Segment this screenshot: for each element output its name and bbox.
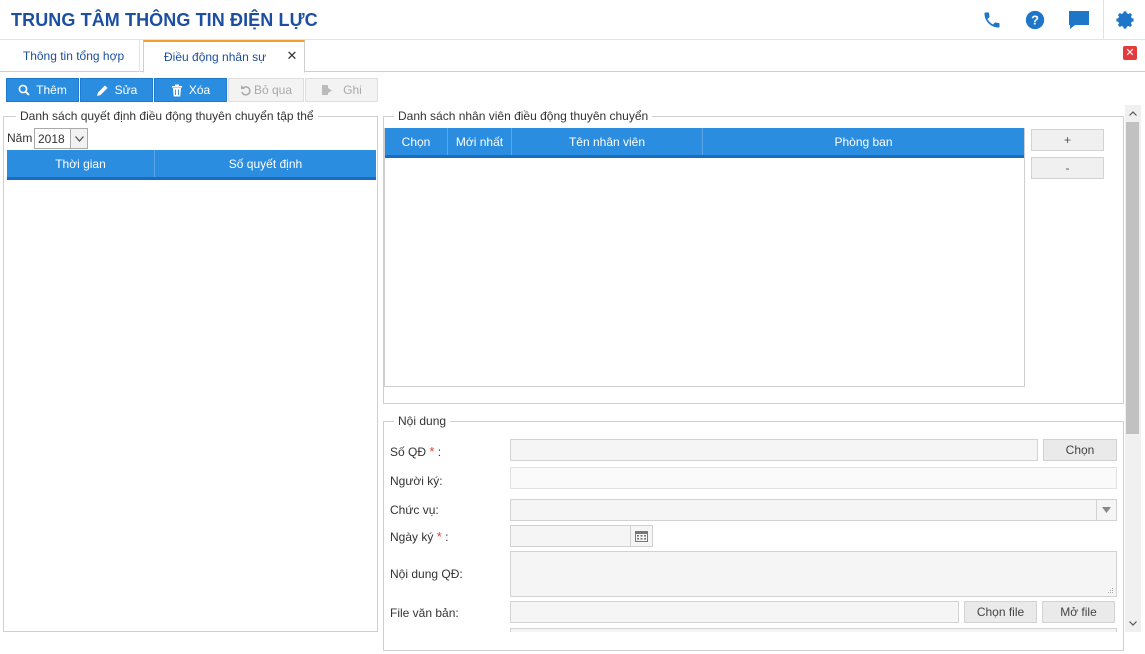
- close-tab-icon[interactable]: ✕: [286, 49, 298, 62]
- save-button[interactable]: Ghi: [305, 78, 378, 102]
- tab-bar: Thông tin tổng hợp Điều động nhân sự ✕: [0, 40, 1145, 73]
- required-mark: *: [429, 444, 435, 459]
- svg-text:?: ?: [1031, 13, 1039, 28]
- delete-label: Xóa: [188, 83, 211, 97]
- skip-label: Bỏ qua: [253, 83, 293, 97]
- trash-icon: [171, 84, 182, 96]
- gear-icon[interactable]: [1111, 6, 1139, 34]
- edit-button[interactable]: Sửa: [80, 78, 153, 102]
- chevron-down-icon[interactable]: [1096, 500, 1116, 520]
- tab-thong-tin-tong-hop[interactable]: Thông tin tổng hợp: [8, 40, 140, 72]
- add-button[interactable]: Thêm: [6, 78, 79, 102]
- decision-list-legend: Danh sách quyết định điều động thuyên ch…: [16, 109, 318, 123]
- skip-button[interactable]: Bỏ qua: [228, 78, 304, 102]
- decision-list-panel: Danh sách quyết định điều động thuyên ch…: [3, 109, 378, 632]
- app-title: TRUNG TÂM THÔNG TIN ĐIỆN LỰC: [11, 10, 318, 30]
- open-file-button[interactable]: Mở file: [1042, 601, 1115, 623]
- file-input[interactable]: [510, 601, 959, 623]
- ngay-ky-label: Ngày ký * :: [390, 529, 448, 544]
- decision-grid-header: Thời gian Số quyết định: [7, 150, 376, 180]
- nguoi-ky-label: Người ký:: [390, 474, 443, 488]
- employee-list-legend: Danh sách nhân viên điều động thuyên chu…: [394, 109, 653, 123]
- noi-dung-qd-textarea[interactable]: [510, 551, 1117, 597]
- delete-button[interactable]: Xóa: [154, 78, 227, 102]
- next-field-input[interactable]: [510, 628, 1117, 632]
- resize-handle-icon[interactable]: [1107, 587, 1114, 594]
- header-divider: [1103, 0, 1104, 40]
- employee-grid-header: Chọn Mới nhất Tên nhân viên Phòng ban: [385, 128, 1024, 158]
- phone-icon[interactable]: [978, 6, 1006, 34]
- so-qd-text: Số QĐ: [390, 445, 427, 459]
- scroll-up-icon[interactable]: [1125, 105, 1141, 121]
- pencil-icon: [96, 85, 108, 96]
- ngay-ky-input[interactable]: [510, 525, 653, 547]
- column-header-moi-nhat[interactable]: Mới nhất: [448, 128, 512, 155]
- employee-grid: [384, 128, 1025, 387]
- scroll-down-icon[interactable]: [1125, 615, 1141, 631]
- app-header: TRUNG TÂM THÔNG TIN ĐIỆN LỰC ?: [0, 0, 1145, 40]
- noi-dung-qd-label: Nội dung QĐ:: [390, 567, 463, 581]
- add-label: Thêm: [36, 83, 67, 97]
- tab-label: Điều động nhân sự: [164, 50, 267, 64]
- calendar-icon[interactable]: [630, 526, 652, 546]
- save-label: Ghi: [343, 83, 362, 97]
- content-legend: Nội dung: [394, 414, 451, 428]
- edit-label: Sửa: [114, 83, 138, 97]
- ngay-ky-text: Ngày ký: [390, 530, 434, 544]
- column-header-thoi-gian[interactable]: Thời gian: [7, 150, 155, 177]
- search-plus-icon: [18, 84, 30, 96]
- year-select[interactable]: 2018: [34, 128, 88, 149]
- required-mark: *: [436, 529, 442, 544]
- column-header-phong-ban[interactable]: Phòng ban: [703, 128, 1024, 155]
- save-icon: [322, 85, 333, 95]
- help-icon[interactable]: ?: [1021, 6, 1049, 34]
- close-window-icon[interactable]: ✕: [1123, 46, 1137, 60]
- year-value: 2018: [38, 131, 65, 146]
- undo-icon: [240, 85, 251, 96]
- remove-row-button[interactable]: -: [1031, 157, 1104, 179]
- column-header-so-quyet-dinh[interactable]: Số quyết định: [155, 150, 376, 177]
- choose-decision-button[interactable]: Chọn: [1043, 439, 1117, 461]
- choose-file-button[interactable]: Chọn file: [964, 601, 1037, 623]
- chuc-vu-select[interactable]: [510, 499, 1117, 521]
- year-label: Năm: [7, 131, 33, 145]
- tab-dieu-dong-nhan-su[interactable]: Điều động nhân sự ✕: [143, 40, 305, 73]
- scrollbar-thumb[interactable]: [1126, 122, 1139, 434]
- file-label: File văn bản:: [390, 606, 459, 620]
- column-header-ten-nhan-vien[interactable]: Tên nhân viên: [512, 128, 703, 155]
- tab-label: Thông tin tổng hợp: [22, 49, 125, 63]
- app-window: TRUNG TÂM THÔNG TIN ĐIỆN LỰC ? Thông tin…: [0, 0, 1145, 654]
- chat-icon[interactable]: [1065, 6, 1093, 34]
- nguoi-ky-input[interactable]: [510, 467, 1117, 489]
- so-qd-label: Số QĐ * :: [390, 444, 441, 459]
- so-qd-input[interactable]: [510, 439, 1038, 461]
- chuc-vu-label: Chức vụ:: [390, 503, 439, 517]
- label-colon: :: [445, 530, 449, 544]
- add-row-button[interactable]: +: [1031, 129, 1104, 151]
- chevron-down-icon[interactable]: [70, 129, 87, 148]
- column-header-chon[interactable]: Chọn: [385, 128, 448, 155]
- label-colon: :: [437, 445, 442, 459]
